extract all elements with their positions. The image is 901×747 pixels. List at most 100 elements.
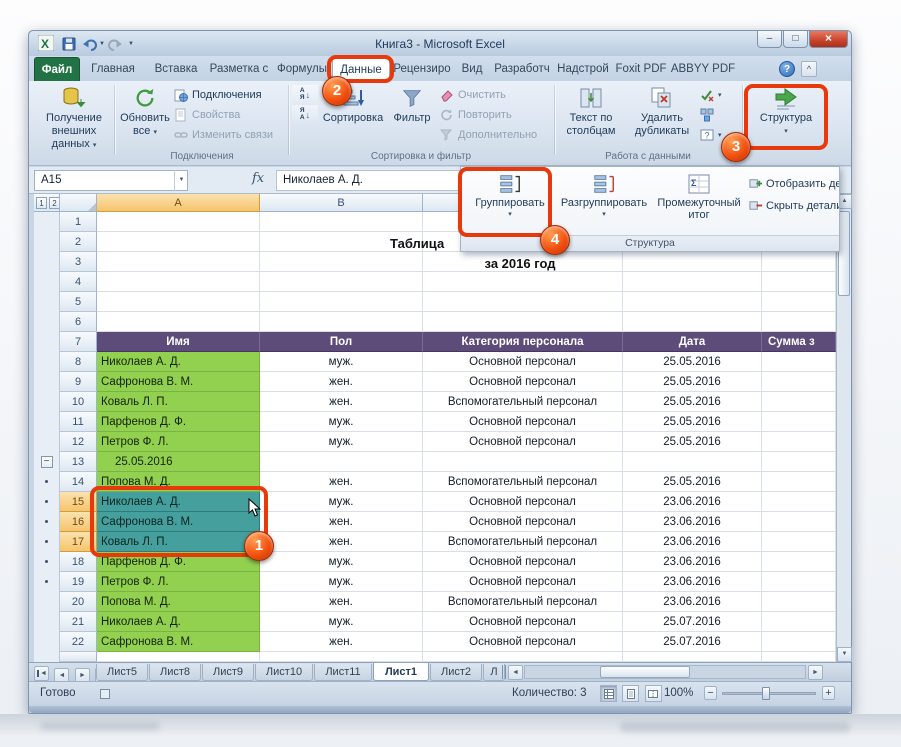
row-header-2[interactable]: 2 [60, 232, 97, 252]
cell-E10[interactable] [762, 392, 836, 412]
cell-E5[interactable] [762, 292, 836, 312]
reapply-button[interactable]: Повторить [440, 105, 537, 125]
cell-D5[interactable] [623, 292, 762, 312]
outline-level-1-button[interactable]: 1 [36, 197, 47, 209]
header-cell-3[interactable]: Категория персонала [423, 332, 623, 352]
cell-B3[interactable] [260, 252, 423, 272]
insert-function-button[interactable]: fx [252, 171, 264, 186]
cell-E14[interactable] [762, 472, 836, 492]
cell-A13[interactable]: 25.05.2016 [97, 452, 260, 472]
cell-C20[interactable]: Вспомогательный персонал [423, 592, 623, 612]
cell-A20[interactable]: Попова М. Д. [97, 592, 260, 612]
cell-C15[interactable]: Основной персонал [423, 492, 623, 512]
filter-button[interactable]: Фильтр [388, 84, 436, 156]
cell-A5[interactable] [97, 292, 260, 312]
hide-details-button[interactable]: Скрыть детали [749, 197, 839, 215]
cell-A4[interactable] [97, 272, 260, 292]
ribbon-tab-Foxit PDF[interactable]: Foxit PDF [612, 57, 670, 81]
cell-C11[interactable]: Основной персонал [423, 412, 623, 432]
column-header-B[interactable]: B [260, 194, 423, 212]
cell-E19[interactable] [762, 572, 836, 592]
cell-B9[interactable]: жен. [260, 372, 423, 392]
cell-A2[interactable] [97, 232, 260, 252]
cell-B6[interactable] [260, 312, 423, 332]
row-header-19[interactable]: 19 [60, 572, 97, 592]
tab-splitter[interactable] [502, 665, 506, 679]
cell-A10[interactable]: Коваль Л. П. [97, 392, 260, 412]
cell-D20[interactable]: 23.06.2016 [623, 592, 762, 612]
tab-nav-first-button[interactable]: ◄ [34, 666, 49, 681]
refresh-all-button[interactable]: Обновить все ▾ [118, 84, 172, 156]
cell-E20[interactable] [762, 592, 836, 612]
collapse-ribbon-icon[interactable]: ^ [801, 61, 817, 77]
ribbon-tab-Файл[interactable]: Файл [34, 57, 80, 81]
cell-D13[interactable] [623, 452, 762, 472]
data-validation-button[interactable]: ▾ [700, 85, 722, 105]
sheet-tab-Лист5[interactable]: Лист5 [96, 664, 148, 681]
cell-E13[interactable] [762, 452, 836, 472]
sheet-tab-Лист10[interactable]: Лист10 [255, 664, 313, 681]
sheet-tab-Лист11[interactable]: Лист11 [314, 664, 372, 681]
outline-collapse-button[interactable]: − [41, 456, 53, 468]
macro-record-icon[interactable] [100, 689, 110, 699]
cell-B16[interactable]: жен. [260, 512, 423, 532]
cell-B13[interactable] [260, 452, 423, 472]
cell-B20[interactable]: жен. [260, 592, 423, 612]
row-header-7[interactable]: 7 [60, 332, 97, 352]
undo-dropdown-icon[interactable]: ▼ [99, 41, 105, 47]
ribbon-tab-Разработч[interactable]: Разработч [490, 57, 554, 81]
what-if-button[interactable]: ? ▾ [700, 125, 722, 145]
name-box-dropdown-icon[interactable]: ▼ [174, 170, 188, 191]
hscroll-left-icon[interactable]: ◄ [508, 665, 523, 680]
cell-D17[interactable]: 23.06.2016 [623, 532, 762, 552]
row-header-11[interactable]: 11 [60, 412, 97, 432]
ribbon-tab-Разметка с[interactable]: Разметка с [206, 57, 272, 81]
ribbon-tab-Главная[interactable]: Главная [80, 57, 146, 81]
sheet-tab-Лист8[interactable]: Лист8 [149, 664, 201, 681]
cell-A3[interactable] [97, 252, 260, 272]
cell-E15[interactable] [762, 492, 836, 512]
close-button[interactable]: × [809, 31, 848, 48]
ribbon-tab-Рецензиро[interactable]: Рецензиро [390, 57, 454, 81]
cell-A22[interactable]: Сафронова В. М. [97, 632, 260, 652]
select-all-corner[interactable] [60, 194, 97, 212]
header-cell-4[interactable]: Дата [623, 332, 762, 352]
save-button[interactable] [62, 37, 76, 56]
name-box[interactable]: A15 [34, 170, 188, 191]
minimize-button[interactable]: – [757, 31, 782, 48]
row-header-1[interactable]: 1 [60, 212, 97, 232]
row-header-18[interactable]: 18 [60, 552, 97, 572]
ribbon-tab-Вставка[interactable]: Вставка [146, 57, 206, 81]
cell-E22[interactable] [762, 632, 836, 652]
cell-B18[interactable]: муж. [260, 552, 423, 572]
advanced-filter-button[interactable]: Дополнительно [440, 125, 537, 145]
cell-D18[interactable]: 23.06.2016 [623, 552, 762, 572]
cell-D9[interactable]: 25.05.2016 [623, 372, 762, 392]
cell-C10[interactable]: Вспомогательный персонал [423, 392, 623, 412]
row-header-partial[interactable] [60, 652, 97, 662]
scroll-down-icon[interactable]: ▼ [837, 647, 852, 662]
column-header-A[interactable]: A [97, 194, 260, 212]
zoom-level[interactable]: 100% [664, 687, 693, 699]
cell-B22[interactable]: жен. [260, 632, 423, 652]
cell-B15[interactable]: муж. [260, 492, 423, 512]
ribbon-tab-Формулы[interactable]: Формулы [272, 57, 332, 81]
header-cell-2[interactable]: Пол [260, 332, 423, 352]
cell-C14[interactable]: Вспомогательный персонал [423, 472, 623, 492]
cell-E16[interactable] [762, 512, 836, 532]
consolidate-button[interactable] [700, 105, 722, 125]
cell-A21[interactable]: Николаев А. Д. [97, 612, 260, 632]
page-layout-view-button[interactable] [622, 685, 639, 702]
cell-E11[interactable] [762, 412, 836, 432]
cell-E8[interactable] [762, 352, 836, 372]
help-icon[interactable]: ? [779, 61, 795, 77]
page-break-view-button[interactable] [645, 685, 662, 702]
ungroup-button[interactable]: Разгруппировать ▾ [557, 171, 651, 231]
zoom-out-button[interactable]: − [704, 686, 717, 700]
row-header-3[interactable]: 3 [60, 252, 97, 272]
cell-D16[interactable]: 23.06.2016 [623, 512, 762, 532]
ribbon-tab-Вид[interactable]: Вид [454, 57, 490, 81]
cell-D22[interactable]: 25.07.2016 [623, 632, 762, 652]
cell-E9[interactable] [762, 372, 836, 392]
get-external-data-button[interactable]: Получение внешних данных ▾ [34, 84, 114, 156]
